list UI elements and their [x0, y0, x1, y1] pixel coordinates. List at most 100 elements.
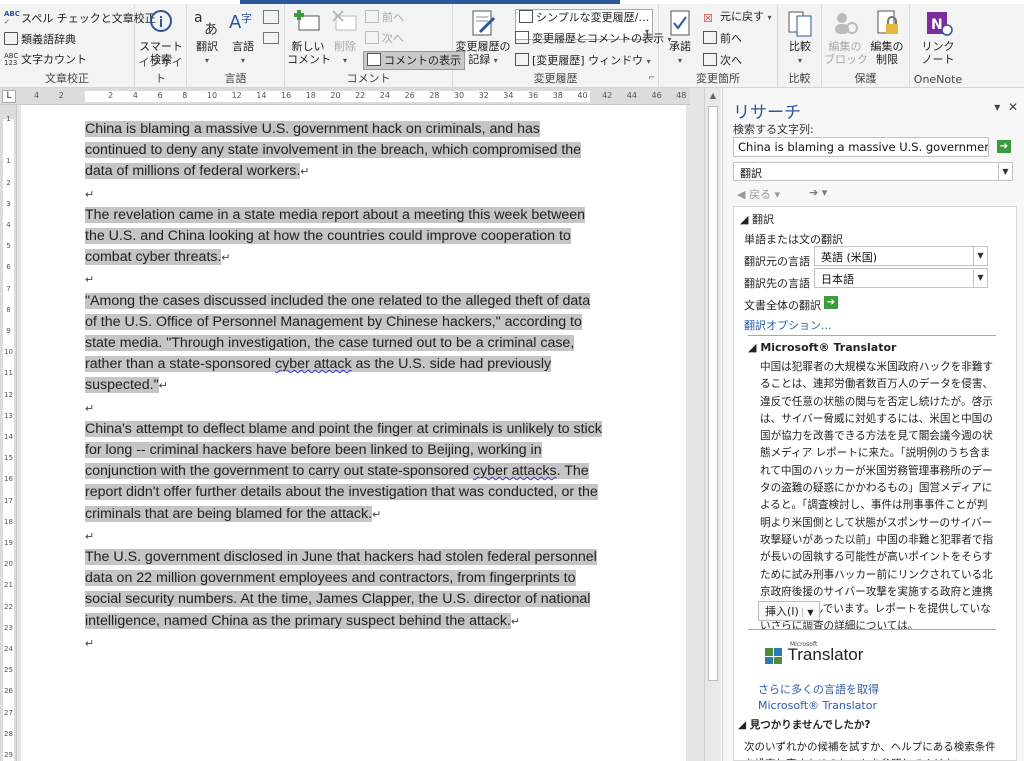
from-language-select[interactable]: 英語 (米国) ▼ [814, 246, 988, 266]
not-found-header[interactable]: ◢ 見つかりませんでしたか? [738, 717, 871, 732]
wordcount-button[interactable]: ABC 123 文字カウント [4, 53, 87, 67]
ruler-tick: 11 [4, 369, 13, 378]
next-change-button[interactable]: 次へ [703, 53, 742, 68]
delete-comment-icon [330, 8, 360, 38]
onenote-group: N リンク ノート OneNote [910, 4, 966, 88]
paragraph[interactable]: China's attempt to deflect blame and poi… [85, 419, 605, 526]
language-group: aあ 翻訳 ▾ A字 言語 ▾ 言語 [187, 4, 285, 88]
doc-translate-label: 文書全体の翻訳 [744, 299, 821, 312]
delete-comment-button[interactable]: 削除 ▾ [329, 8, 361, 67]
document-page[interactable]: China is blaming a massive U.S. governme… [21, 105, 686, 761]
translate-button[interactable]: aあ 翻訳 ▾ [189, 8, 225, 67]
linked-notes-button[interactable]: N リンク ノート [914, 8, 962, 66]
language-small-icon[interactable] [263, 10, 279, 24]
translation-options-link[interactable]: 翻訳オプション... [744, 317, 832, 333]
proofing-group: ABC ✓ スペル チェックと文章校正 類義語辞典 ABC 123 文字カウント 文章校… [0, 4, 156, 88]
ruler-tick: 18 [305, 91, 316, 100]
more-languages-link[interactable]: さらに多くの言語を取得 [758, 681, 879, 697]
group-label: 保護 [854, 72, 877, 85]
spellcheck-icon: ABC ✓ [4, 10, 20, 26]
group-label: 文章校正 [45, 72, 89, 85]
ruler-tick: 29 [4, 751, 13, 759]
paragraph[interactable]: China is blaming a massive U.S. governme… [85, 119, 605, 184]
new-comment-button[interactable]: 新しい コメント [287, 8, 331, 66]
thesaurus-button[interactable]: 類義語辞典 [4, 32, 76, 47]
onenote-icon: N [923, 8, 953, 38]
ruler-tick: 10 [4, 348, 13, 357]
block-authors-icon [830, 8, 860, 38]
svg-text:N: N [931, 17, 943, 33]
ruler-tick: 9 [6, 327, 11, 335]
ruler-tick: 32 [478, 91, 489, 100]
insert-button[interactable]: 挿入(I) ▼ [758, 601, 821, 621]
service-select[interactable]: 翻訳 ▼ [733, 162, 1013, 181]
ruler-tick: 48 [676, 91, 687, 100]
ms-translator-header[interactable]: ◢ Microsoft® Translator [748, 341, 896, 354]
ruler-tick: 34 [503, 91, 514, 100]
show-comments-button[interactable]: コメントの表示 [363, 51, 465, 70]
spelling-underline[interactable]: cyber attacks [473, 463, 557, 479]
track-changes-button[interactable]: 変更履歴の 記録 ▾ [455, 8, 511, 67]
to-language-select[interactable]: 日本語 ▼ [814, 268, 988, 288]
ms-translator-link[interactable]: Microsoft® Translator [758, 699, 877, 712]
back-button[interactable]: ◀ 戻る ▾ [737, 186, 780, 202]
chevron-down-icon: ▼ [802, 608, 814, 617]
compare-button[interactable]: 比較 ▾ [780, 8, 820, 67]
pane-options-icon[interactable]: ▾ [994, 100, 1000, 114]
document-body[interactable]: China is blaming a massive U.S. governme… [85, 119, 605, 654]
section-header[interactable]: ◢ 翻訳 [740, 211, 774, 227]
pane-title: リサーチ [733, 103, 801, 123]
collapse-icon: ◢ [748, 341, 757, 354]
vertical-scrollbar[interactable]: ▲ [704, 88, 721, 761]
show-comments-icon [367, 53, 381, 66]
prev-comment-button[interactable]: 前へ [365, 10, 404, 25]
forward-button[interactable]: ➔ ▾ [809, 186, 827, 199]
prev-change-button[interactable]: 前へ [703, 31, 742, 46]
horizontal-ruler[interactable]: L 4 2 2 4 6 8 10 12 14 16 18 20 22 24 26 28 30 32 34 36 38 40… [0, 88, 695, 105]
close-icon[interactable]: ✕ [1008, 100, 1018, 114]
ruler-tick: 44 [626, 91, 637, 100]
language-small-icon-2[interactable] [263, 32, 279, 44]
ruler-tick: 20 [330, 91, 341, 100]
scroll-thumb[interactable] [708, 106, 718, 681]
accept-button[interactable]: 承諾 ▾ [661, 8, 699, 67]
ruler-tick: 4 [6, 221, 11, 229]
block-authors-button[interactable]: 編集の ブロック [824, 8, 868, 66]
ruler-tick: 40 [577, 91, 588, 100]
paragraph[interactable]: The revelation came in a state media rep… [85, 205, 605, 270]
ruler-tick: 27 [4, 708, 13, 717]
vertical-ruler[interactable]: 1 1 2 3 4 5 6 7 8 9 10 11 12 13 14 15 16 17 18 19 20 21 22 23 24… [0, 105, 17, 761]
reviewing-pane-button[interactable]: [変更履歴] ウィンドウ ▾ [515, 53, 651, 69]
ruler-tick: 1 [6, 115, 11, 123]
changes-group: 承諾 ▾ ☒ 元に戻す ▾ 前へ 次へ 変更箇所 [659, 4, 778, 88]
not-found-hint: 次のいずれかの候補を試すか、ヘルプにある検索条件を設定し直すためのヒントを参照し… [744, 741, 996, 760]
search-go-icon[interactable]: ➔ [997, 140, 1011, 153]
paragraph[interactable]: "Among the cases discussed included the … [85, 291, 605, 398]
ruler-tick: 12 [4, 390, 13, 399]
ruler-tick: 24 [4, 645, 13, 653]
spelling-underline[interactable]: cyber attack [275, 356, 352, 372]
scroll-up-icon[interactable]: ▲ [705, 88, 721, 104]
reject-button[interactable]: ☒ 元に戻す ▾ [703, 10, 772, 26]
restrict-editing-button[interactable]: 編集の 制限 [866, 8, 908, 66]
ruler-tick: 8 [6, 305, 11, 314]
ruler-tick: 19 [4, 539, 13, 547]
ruler-tick: 15 [4, 454, 13, 463]
doc-translate-go-icon[interactable]: ➔ [824, 296, 838, 309]
language-button[interactable]: A字 言語 ▾ [225, 8, 261, 67]
ruler-tick: 4 [34, 91, 40, 100]
show-markup-icon [515, 31, 529, 44]
document-canvas[interactable]: China is blaming a massive U.S. governme… [17, 105, 690, 761]
search-label: 検索する文字列: [733, 123, 814, 136]
search-input[interactable]: China is blaming a massive U.S. governme… [733, 137, 989, 157]
spelling-button[interactable]: ABC ✓ スペル チェックと文章校正 [4, 10, 156, 26]
tab-selector[interactable]: L [2, 90, 16, 103]
paragraph[interactable]: The U.S. government disclosed in June th… [85, 547, 605, 633]
show-markup-button[interactable]: 変更履歴とコメントの表示 ▾ [515, 31, 672, 47]
collapse-icon: ◢ [740, 213, 749, 226]
chevron-down-icon: ▼ [973, 247, 987, 265]
ruler-tick: 2 [6, 178, 11, 187]
next-comment-button[interactable]: 次へ [365, 31, 404, 46]
dialog-launcher-icon[interactable]: ⌐ [648, 71, 655, 85]
ruler-tick: 25 [4, 666, 13, 675]
